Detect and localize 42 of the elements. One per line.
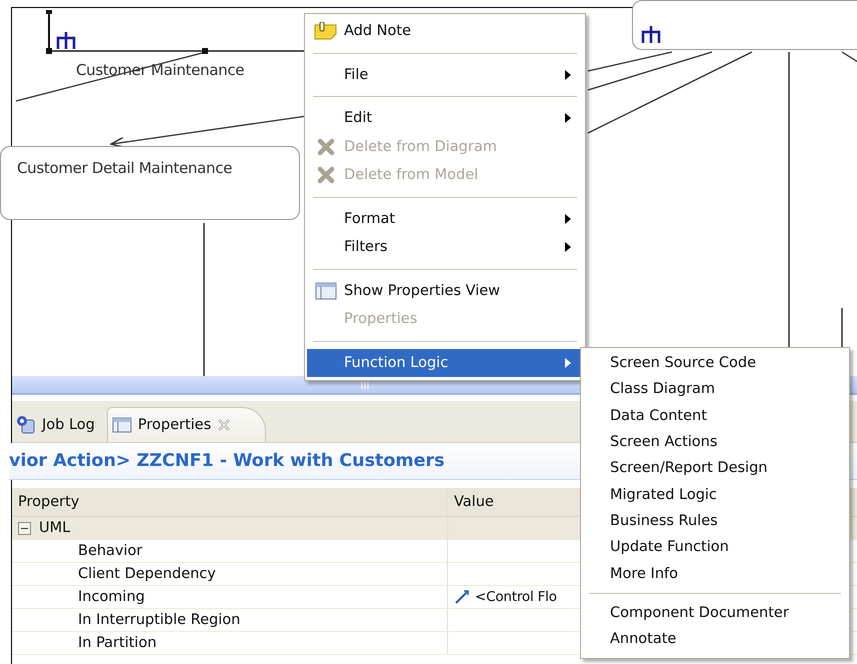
menu-item[interactable]: File [307,60,583,89]
menu-item[interactable]: More Info [581,560,849,587]
hierarchy-icon [56,30,76,50]
menu-item[interactable]: Edit [307,104,583,132]
menu-item[interactable]: Class Diagram [581,376,849,403]
property-cell: Client Dependency [12,563,448,585]
delete-icon [316,166,334,184]
panel-tab[interactable]: Job Log [12,408,103,442]
selection-handle[interactable] [46,10,208,54]
menu-item[interactable]: Format [307,204,583,233]
menu-item[interactable]: Function Logic [307,348,583,377]
group-label: UML [39,520,70,536]
panel-tab[interactable]: Properties [106,407,266,442]
properties-icon [112,417,132,433]
menu-item[interactable]: Add Note [307,17,583,46]
connector-icon [454,589,470,605]
menu-item[interactable]: Update Function [581,534,849,560]
property-cell: In Interruptible Region [12,609,448,631]
value-cell: <Control Flo [475,589,557,605]
property-cell: Behavior [12,540,448,562]
property-cell: In Partition [12,632,448,654]
job-log-icon [16,415,36,435]
collapse-icon[interactable] [18,522,31,534]
menu-item[interactable]: Show Properties View [307,276,583,305]
menu-item[interactable]: Business Rules [581,508,849,534]
menu-item[interactable]: Component Documenter [581,600,849,626]
note-icon [314,22,338,40]
hierarchy-icon [641,26,661,44]
menu-item[interactable]: Data Content [581,402,849,429]
delete-icon [316,138,334,156]
menu-item[interactable]: Screen/Report Design [581,455,849,482]
diagram-node[interactable] [632,0,857,50]
close-icon[interactable] [217,418,232,432]
menu-item[interactable]: Screen Source Code [581,350,849,376]
connector-line [842,51,857,63]
menu-item[interactable]: Migrated Logic [581,481,849,508]
property-cell: Incoming [12,586,448,608]
menu-item[interactable]: Annotate [581,626,849,652]
properties-icon [314,282,336,300]
diagram-node[interactable]: Customer Detail Maintenance [0,146,300,220]
column-header[interactable]: Property [12,488,448,516]
menu-item[interactable]: Filters [307,233,583,262]
